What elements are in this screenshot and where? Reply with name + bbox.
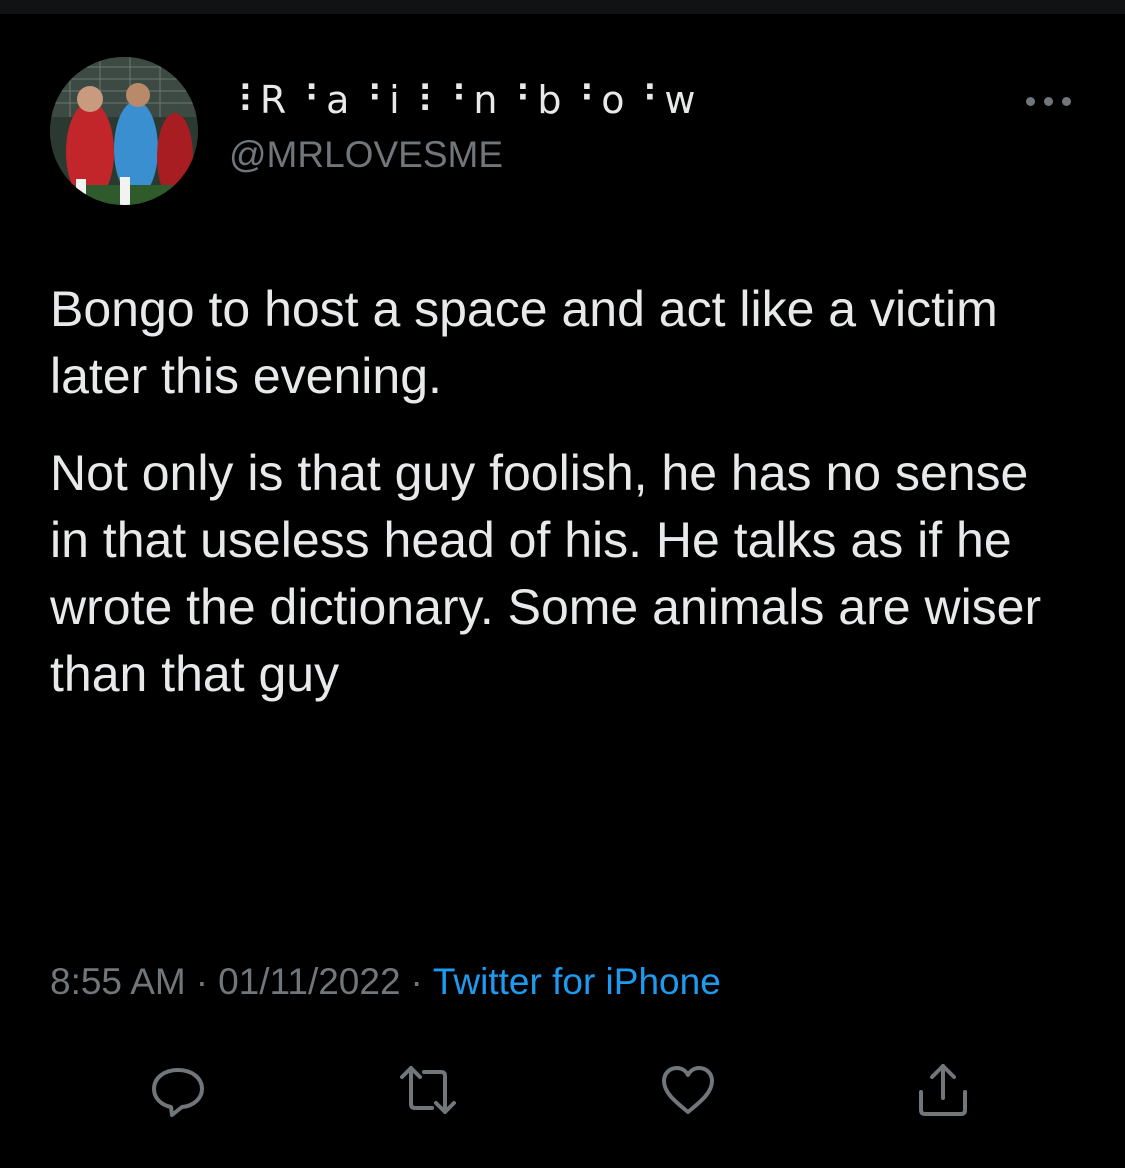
more-horizontal-icon-dot [1044, 97, 1053, 106]
share-button[interactable] [913, 1060, 973, 1120]
action-bar [0, 1054, 1125, 1124]
reply-button[interactable] [148, 1060, 208, 1120]
heart-icon [662, 1066, 714, 1114]
meta-separator: · [195, 961, 209, 1002]
reply-icon [152, 1068, 204, 1117]
tweet: ⠸R⠘a⠘i⠸⠘n⠘b⠘o⠘w @MRLOVESME Bongo to host… [0, 0, 1125, 1168]
more-options-button[interactable] [1026, 86, 1076, 116]
user-handle[interactable]: @MRLOVESME [229, 133, 503, 177]
tweet-date[interactable]: 01/11/2022 [218, 961, 400, 1002]
tweet-text: Bongo to host a space and act like a vic… [50, 276, 1080, 708]
avatar[interactable] [50, 57, 198, 205]
tweet-meta: 8:55 AM · 01/11/2022 · Twitter for iPhone [50, 954, 721, 1010]
share-icon [919, 1064, 967, 1116]
more-horizontal-icon [1026, 97, 1035, 106]
avatar-image [50, 57, 198, 205]
more-horizontal-icon-dot [1062, 97, 1071, 106]
like-button[interactable] [658, 1060, 718, 1120]
tweet-time[interactable]: 8:55 AM [50, 961, 186, 1002]
retweet-icon [400, 1066, 456, 1114]
retweet-button[interactable] [398, 1060, 458, 1120]
tweet-source-link[interactable]: Twitter for iPhone [433, 961, 721, 1002]
display-name[interactable]: ⠸R⠘a⠘i⠸⠘n⠘b⠘o⠘w [226, 78, 701, 122]
tweet-paragraph: Not only is that guy foolish, he has no … [50, 445, 1042, 702]
tweet-paragraph: Bongo to host a space and act like a vic… [50, 281, 998, 404]
meta-separator: · [410, 961, 423, 1002]
